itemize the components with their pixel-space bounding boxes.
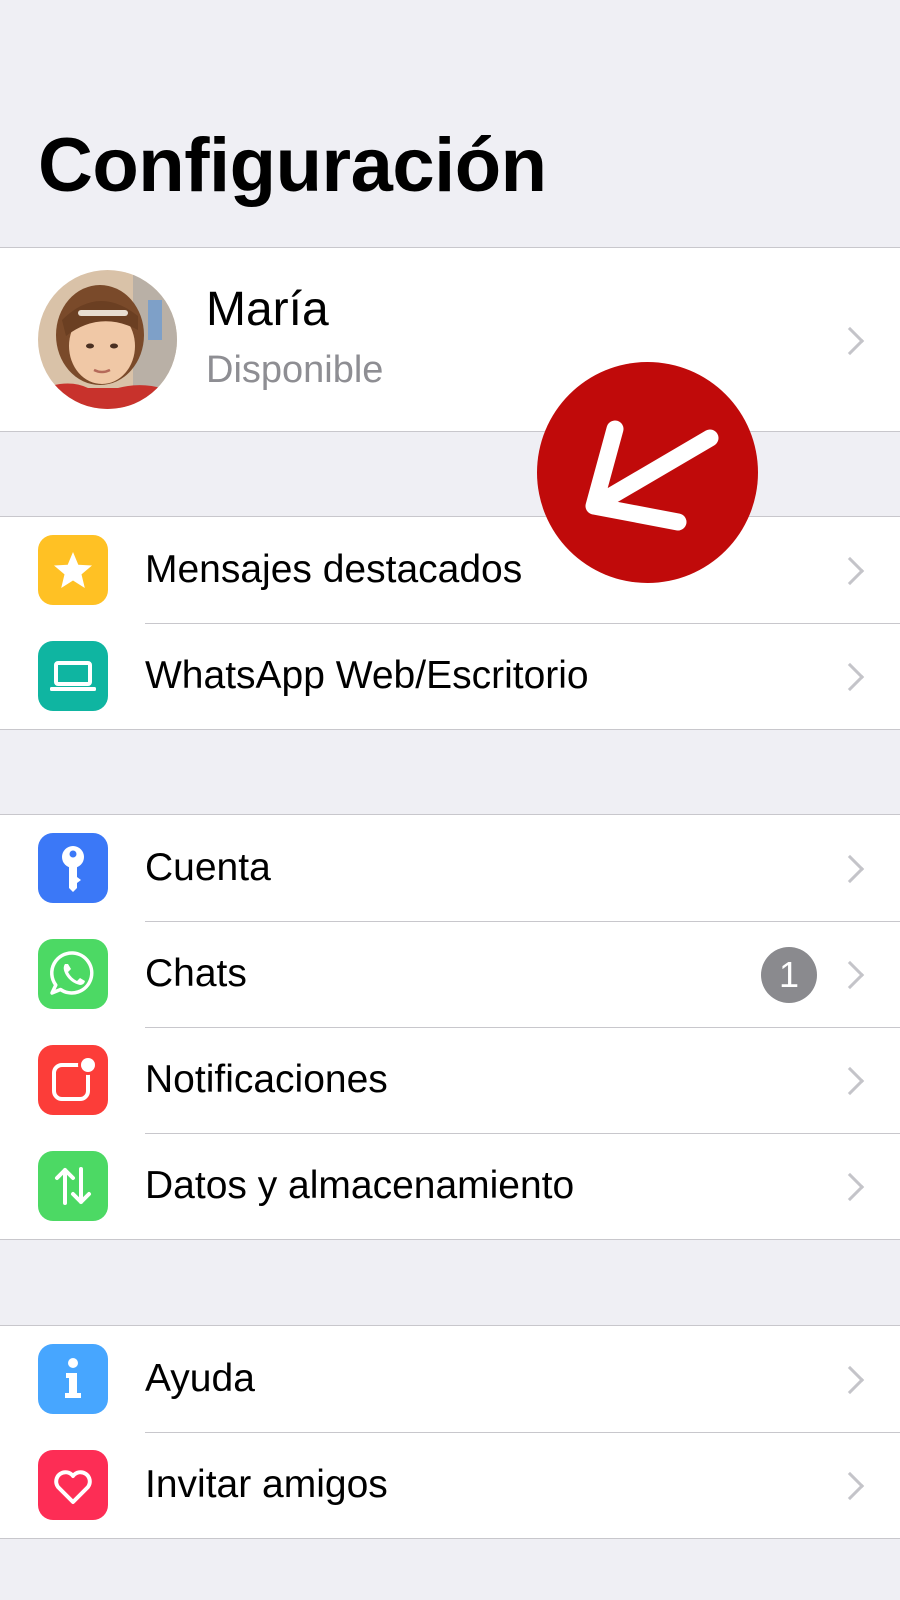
profile-row[interactable]: María Disponible — [0, 247, 900, 432]
menu-item-whatsapp-web[interactable]: WhatsApp Web/Escritorio — [0, 623, 900, 729]
chevron-right-icon — [835, 326, 865, 355]
menu-item-label: Chats — [145, 952, 247, 995]
menu-item-data-storage[interactable]: Datos y almacenamiento — [0, 1133, 900, 1239]
chevron-right-icon — [835, 1172, 865, 1202]
heart-icon — [38, 1450, 108, 1520]
chevron-right-icon — [835, 1471, 865, 1501]
settings-group-1: Mensajes destacados WhatsApp Web/Escrito… — [0, 516, 900, 730]
menu-item-label: Mensajes destacados — [145, 548, 523, 591]
chevron-right-icon — [835, 1066, 865, 1096]
profile-status: Disponible — [206, 349, 384, 391]
menu-item-label: Datos y almacenamiento — [145, 1164, 575, 1207]
menu-item-label: WhatsApp Web/Escritorio — [145, 654, 589, 697]
menu-item-chats[interactable]: Chats 1 — [0, 921, 900, 1027]
settings-group-2: Cuenta Chats 1 Notificaciones Datos y al… — [0, 814, 900, 1240]
profile-photo-icon[interactable] — [38, 270, 177, 409]
chevron-right-icon — [835, 662, 865, 692]
red-pointer-arrow-icon — [537, 362, 758, 583]
unread-count-badge: 1 — [761, 947, 817, 1003]
menu-item-label: Invitar amigos — [145, 1463, 388, 1506]
menu-item-help[interactable]: Ayuda — [0, 1326, 900, 1432]
menu-item-starred-messages[interactable]: Mensajes destacados — [0, 517, 900, 623]
settings-group-3: Ayuda Invitar amigos — [0, 1325, 900, 1539]
key-icon — [38, 833, 108, 903]
menu-item-invite-friends[interactable]: Invitar amigos — [0, 1432, 900, 1538]
chevron-right-icon — [835, 556, 865, 586]
menu-item-label: Ayuda — [145, 1357, 255, 1400]
page-title: Configuración — [38, 123, 547, 208]
star-icon — [38, 535, 108, 605]
notification-icon — [38, 1045, 108, 1115]
menu-item-label: Cuenta — [145, 846, 271, 889]
chevron-right-icon — [835, 854, 865, 884]
menu-item-label: Notificaciones — [145, 1058, 388, 1101]
whatsapp-icon — [38, 939, 108, 1009]
menu-item-account[interactable]: Cuenta — [0, 815, 900, 921]
profile-name: María — [206, 283, 329, 336]
menu-item-notifications[interactable]: Notificaciones — [0, 1027, 900, 1133]
data-arrows-icon — [38, 1151, 108, 1221]
info-icon — [38, 1344, 108, 1414]
laptop-icon — [38, 641, 108, 711]
chevron-right-icon — [835, 1365, 865, 1395]
chevron-right-icon — [835, 960, 865, 990]
